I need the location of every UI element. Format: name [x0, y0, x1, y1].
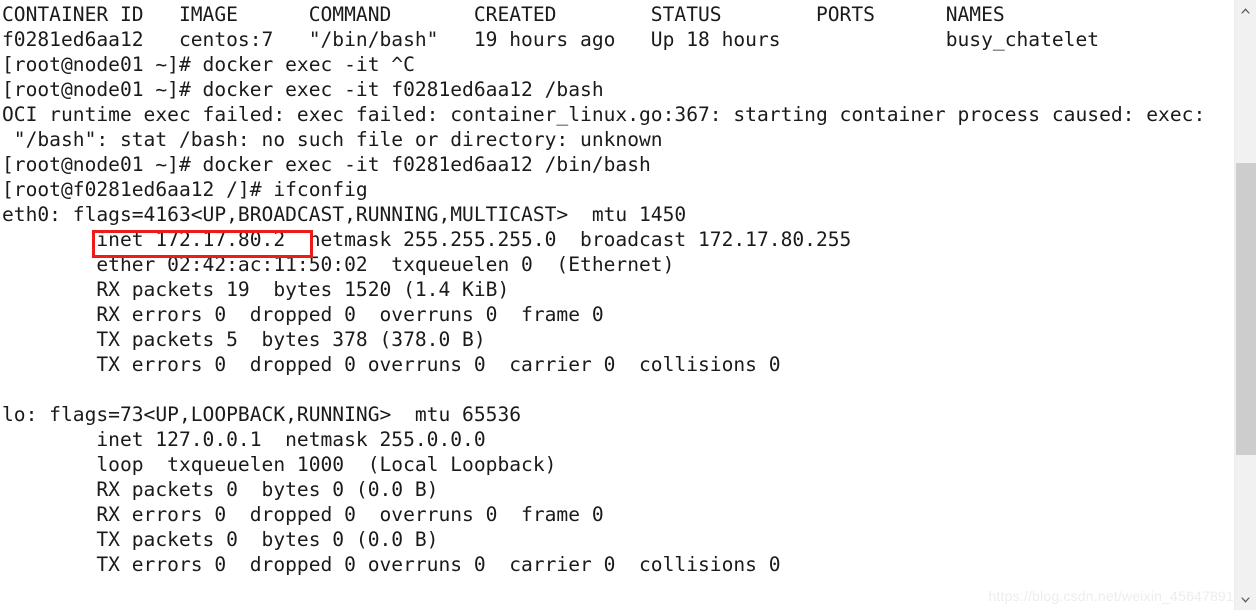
chevron-up-icon[interactable] — [1235, 0, 1256, 21]
console-line: RX errors 0 dropped 0 overruns 0 frame 0 — [2, 503, 604, 526]
console-line: inet 127.0.0.1 netmask 255.0.0.0 — [2, 428, 486, 451]
console-line: OCI runtime exec failed: exec failed: co… — [2, 103, 1206, 126]
console-line: eth0: flags=4163<UP,BROADCAST,RUNNING,MU… — [2, 203, 687, 226]
watermark-text: https://blog.csdn.net/weixin_45647891 — [988, 588, 1234, 604]
console-line: ether 02:42:ac:11:50:02 txqueuelen 0 (Et… — [2, 253, 675, 276]
console-line: TX packets 5 bytes 378 (378.0 B) — [2, 328, 486, 351]
console-line: RX packets 19 bytes 1520 (1.4 KiB) — [2, 278, 510, 301]
console-line: [root@node01 ~]# docker exec -it ^C — [2, 53, 415, 76]
console-line: TX errors 0 dropped 0 overruns 0 carrier… — [2, 353, 781, 376]
console-line: f0281ed6aa12 centos:7 "/bin/bash" 19 hou… — [2, 28, 1100, 51]
console-line: inet 172.17.80.2 netmask 255.255.255.0 b… — [2, 228, 852, 251]
vertical-scrollbar[interactable] — [1234, 0, 1256, 610]
scrollbar-track-below-thumb[interactable] — [1236, 455, 1256, 589]
chevron-down-icon[interactable] — [1235, 589, 1256, 610]
console-line: lo: flags=73<UP,LOOPBACK,RUNNING> mtu 65… — [2, 403, 522, 426]
console-line: [root@node01 ~]# docker exec -it f0281ed… — [2, 78, 604, 101]
console-line: "/bash": stat /bash: no such file or dir… — [2, 128, 663, 151]
console-line: TX packets 0 bytes 0 (0.0 B) — [2, 528, 439, 551]
console-line: CONTAINER ID IMAGE COMMAND CREATED STATU… — [2, 3, 1005, 26]
scrollbar-thumb[interactable] — [1236, 163, 1256, 455]
console-line: RX packets 0 bytes 0 (0.0 B) — [2, 478, 439, 501]
console-line: TX errors 0 dropped 0 overruns 0 carrier… — [2, 553, 781, 576]
console-line-list: CONTAINER ID IMAGE COMMAND CREATED STATU… — [0, 2, 1234, 577]
console-line: [root@f0281ed6aa12 /]# ifconfig — [2, 178, 368, 201]
console-line: loop txqueuelen 1000 (Local Loopback) — [2, 453, 557, 476]
scrollbar-track-above-thumb[interactable] — [1236, 21, 1256, 163]
screenshot-root: CONTAINER ID IMAGE COMMAND CREATED STATU… — [0, 0, 1256, 610]
console-line: RX errors 0 dropped 0 overruns 0 frame 0 — [2, 303, 604, 326]
console-line: [root@node01 ~]# docker exec -it f0281ed… — [2, 153, 651, 176]
terminal-output-pane[interactable]: CONTAINER ID IMAGE COMMAND CREATED STATU… — [0, 0, 1234, 610]
